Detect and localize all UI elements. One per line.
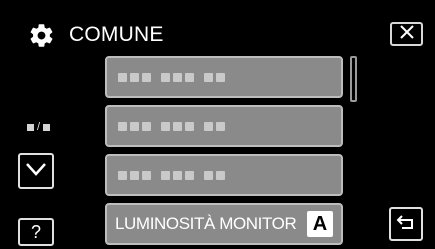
menu-item-label: LUMINOSITÀ MONITOR bbox=[115, 214, 297, 233]
help-button[interactable]: ? bbox=[18, 218, 54, 246]
page-indicator: / bbox=[27, 121, 51, 133]
back-button[interactable] bbox=[389, 207, 423, 241]
menu-item[interactable] bbox=[105, 154, 343, 196]
menu-item[interactable] bbox=[105, 56, 343, 98]
gear-icon bbox=[28, 22, 55, 49]
help-label: ? bbox=[30, 221, 41, 242]
close-button[interactable] bbox=[390, 22, 423, 46]
scrollbar[interactable] bbox=[350, 56, 357, 246]
close-icon bbox=[399, 24, 415, 44]
return-icon bbox=[396, 214, 416, 235]
header: COMUNE bbox=[28, 18, 164, 52]
page-title: COMUNE bbox=[69, 23, 164, 46]
chevron-down-icon bbox=[25, 162, 47, 181]
menu-item-luminosita-monitor[interactable]: LUMINOSITÀ MONITOR A bbox=[105, 203, 343, 245]
scroll-thumb[interactable] bbox=[350, 56, 357, 102]
scroll-down-button[interactable] bbox=[18, 153, 54, 189]
placeholder-text bbox=[118, 72, 225, 82]
placeholder-text bbox=[118, 170, 225, 180]
auto-badge: A bbox=[307, 211, 333, 237]
page-indicator-separator: / bbox=[37, 121, 41, 133]
placeholder-text bbox=[118, 121, 225, 131]
menu-item[interactable] bbox=[105, 105, 343, 147]
